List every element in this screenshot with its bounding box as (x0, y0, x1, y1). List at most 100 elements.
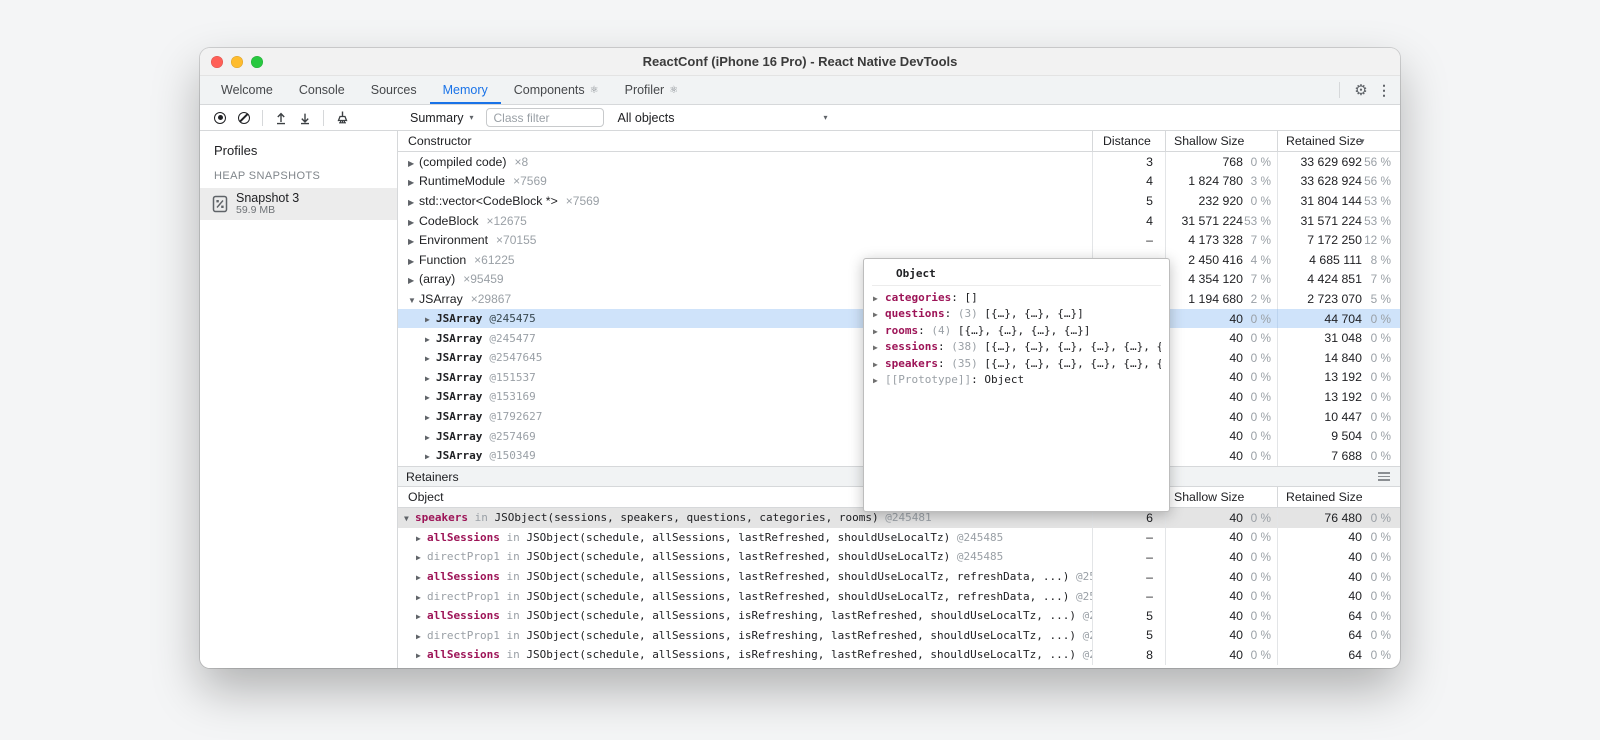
close-window-button[interactable] (211, 56, 223, 68)
disclosure-triangle[interactable]: ▶ (425, 315, 436, 324)
disclosure-triangle[interactable]: ▶ (872, 307, 885, 322)
column-header-shallow-size[interactable]: Shallow Size (1165, 131, 1277, 151)
retainer-context: JSObject(schedule, allSessions, lastRefr… (526, 570, 1076, 583)
shallow-size-percent: 0 % (1243, 194, 1277, 208)
disclosure-triangle[interactable]: ▶ (425, 335, 436, 344)
disclosure-triangle[interactable]: ▶ (416, 534, 427, 543)
retained-size-value: 4 685 111 (1278, 253, 1362, 267)
disclosure-triangle[interactable]: ▶ (408, 237, 419, 246)
tab-profiler[interactable]: Profiler⚛ (612, 76, 692, 104)
disclosure-triangle[interactable]: ▶ (416, 573, 427, 582)
table-row[interactable]: ▶Environment×70155–4 173 3287 %7 172 250… (398, 230, 1400, 250)
minimize-window-button[interactable] (231, 56, 243, 68)
retained-size-percent: 0 % (1362, 511, 1400, 525)
object-property-row[interactable]: ▶rooms: (4) [{…}, {…}, {…}, {…}] (872, 323, 1161, 339)
disclosure-triangle[interactable]: ▶ (416, 651, 427, 660)
shallow-size-cell: 4 173 3287 % (1165, 230, 1277, 250)
retainer-context: JSObject(sessions, speakers, questions, … (494, 511, 885, 524)
retained-size-cell: 640 % (1277, 626, 1400, 646)
tab-console[interactable]: Console (286, 76, 358, 104)
shallow-size-value: 40 (1166, 429, 1243, 443)
disclosure-triangle[interactable]: ▶ (408, 159, 419, 168)
table-row[interactable]: ▶allSessions in JSObject(schedule, allSe… (398, 528, 1400, 548)
column-header-retained-size[interactable]: Retained Size (1277, 487, 1400, 507)
disclosure-triangle[interactable]: ▶ (425, 354, 436, 363)
column-header-distance[interactable]: Distance (1092, 131, 1165, 151)
disclosure-triangle[interactable]: ▶ (872, 357, 885, 372)
disclosure-triangle[interactable]: ▶ (425, 413, 436, 422)
heap-snapshot-icon (212, 195, 228, 213)
disclosure-triangle[interactable]: ▶ (416, 553, 427, 562)
table-row[interactable]: ▶std::vector<CodeBlock *>×75695232 9200 … (398, 191, 1400, 211)
disclosure-triangle[interactable]: ▶ (872, 373, 885, 388)
retained-size-value: 44 704 (1278, 312, 1362, 326)
object-preview-properties: ▶categories: []▶questions: (3) [{…}, {…}… (872, 290, 1161, 388)
disclosure-triangle[interactable]: ▶ (408, 276, 419, 285)
object-property-row[interactable]: ▶questions: (3) [{…}, {…}, {…}] (872, 306, 1161, 322)
disclosure-triangle[interactable]: ▶ (425, 374, 436, 383)
disclosure-triangle[interactable]: ▶ (872, 324, 885, 339)
more-options-kebab-icon[interactable]: ⋮ (1376, 82, 1392, 99)
constructor-name: (array) (419, 272, 455, 286)
sidebar-item-snapshot-3[interactable]: Snapshot 3 59.9 MB (200, 188, 397, 220)
column-header-retained-size[interactable]: Retained Size ▼ (1277, 131, 1400, 151)
retained-size-cell: 7 6880 % (1277, 446, 1400, 466)
table-row[interactable]: ▶directProp1 in JSObject(schedule, allSe… (398, 586, 1400, 606)
constructor-cell: ▶Environment×70155 (398, 233, 1092, 247)
perspective-select[interactable]: Summary ▾ (410, 111, 474, 125)
table-row[interactable]: ▶RuntimeModule×756941 824 7803 %33 628 9… (398, 172, 1400, 192)
table-row[interactable]: ▶(compiled code)×837680 %33 629 69256 % (398, 152, 1400, 172)
tab-welcome[interactable]: Welcome (208, 76, 286, 104)
shallow-size-percent: 4 % (1243, 253, 1277, 267)
table-row[interactable]: ▶directProp1 in JSObject(schedule, allSe… (398, 547, 1400, 567)
disclosure-triangle[interactable]: ▶ (872, 291, 885, 306)
class-filter-input[interactable] (486, 108, 604, 127)
disclosure-triangle[interactable]: ▶ (408, 198, 419, 207)
table-row[interactable]: ▶allSessions in JSObject(schedule, allSe… (398, 606, 1400, 626)
retained-size-percent: 5 % (1362, 292, 1400, 306)
constructor-cell: ▶RuntimeModule×7569 (398, 174, 1092, 188)
disclosure-triangle[interactable]: ▶ (416, 593, 427, 602)
table-row[interactable]: ▶CodeBlock×12675431 571 22453 %31 571 22… (398, 211, 1400, 231)
disclosure-triangle[interactable]: ▶ (416, 612, 427, 621)
tab-memory[interactable]: Memory (430, 76, 501, 104)
clear-profiles-button[interactable] (232, 107, 256, 129)
disclosure-triangle[interactable]: ▶ (872, 340, 885, 355)
save-profile-button[interactable] (293, 107, 317, 129)
object-property-row[interactable]: ▶speakers: (35) [{…}, {…}, {…}, {…}, {…}… (872, 356, 1161, 372)
objects-filter-select[interactable]: All objects ▾ (618, 111, 828, 125)
disclosure-triangle[interactable]: ▶ (416, 632, 427, 641)
tab-sources[interactable]: Sources (358, 76, 430, 104)
zoom-window-button[interactable] (251, 56, 263, 68)
record-heap-button[interactable] (208, 107, 232, 129)
retainers-menu-icon[interactable] (1378, 472, 1390, 481)
collect-garbage-button[interactable] (330, 107, 354, 129)
object-preview-title: Object (872, 266, 1161, 286)
column-header-constructor[interactable]: Constructor (398, 134, 1092, 148)
disclosure-triangle[interactable]: ▶ (408, 257, 419, 266)
disclosure-triangle[interactable]: ▼ (408, 296, 419, 305)
instance-name: JSArray (436, 371, 482, 384)
disclosure-triangle[interactable]: ▶ (408, 178, 419, 187)
object-property-row[interactable]: ▶[[Prototype]]: Object (872, 372, 1161, 388)
table-row[interactable]: ▶directProp1 in JSObject(schedule, allSe… (398, 626, 1400, 646)
table-row[interactable]: ▶allSessions in JSObject(schedule, allSe… (398, 567, 1400, 587)
tab-components[interactable]: Components⚛ (501, 76, 612, 104)
table-row[interactable]: ▶allSessions in JSObject(schedule, allSe… (398, 645, 1400, 665)
settings-gear-icon[interactable]: ⚙ (1350, 81, 1372, 99)
column-header-shallow-size[interactable]: Shallow Size (1165, 487, 1277, 507)
object-id: @245485 (957, 531, 1003, 544)
object-preview-popup: Object ▶categories: []▶questions: (3) [{… (863, 258, 1170, 512)
shallow-size-cell: 400 % (1165, 426, 1277, 446)
disclosure-triangle[interactable]: ▼ (404, 514, 415, 523)
disclosure-triangle[interactable]: ▶ (425, 433, 436, 442)
disclosure-triangle[interactable]: ▶ (408, 218, 419, 227)
disclosure-triangle[interactable]: ▶ (425, 452, 436, 461)
disclosure-triangle[interactable]: ▶ (425, 393, 436, 402)
object-property-row[interactable]: ▶sessions: (38) [{…}, {…}, {…}, {…}, {…}… (872, 339, 1161, 355)
load-profile-button[interactable] (269, 107, 293, 129)
object-property-row[interactable]: ▶categories: [] (872, 290, 1161, 306)
object-id: @2 (1083, 648, 1092, 661)
property-value: [] (964, 291, 977, 304)
retainer-in-keyword: in (500, 531, 527, 544)
